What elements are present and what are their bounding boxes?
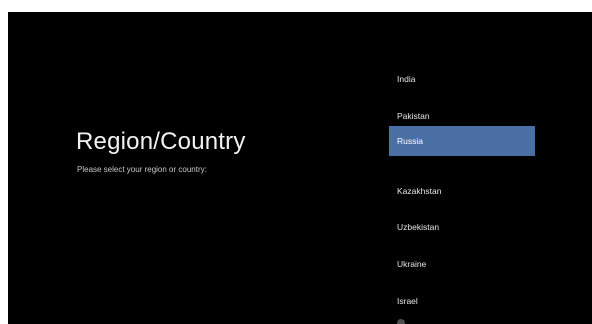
list-item-label: India — [397, 74, 416, 84]
page-subtitle: Please select your region or country: — [77, 165, 207, 174]
list-item-uzbekistan[interactable]: Uzbekistan — [389, 212, 535, 242]
next-item-partial — [397, 319, 405, 324]
list-item-india[interactable]: India — [389, 64, 535, 94]
list-item-label: Uzbekistan — [397, 222, 440, 232]
list-item-label: Kazakhstan — [397, 186, 442, 196]
list-item-ukraine[interactable]: Ukraine — [389, 249, 535, 279]
list-item-label: Russia — [397, 136, 423, 146]
tv-screen: Region/Country Please select your region… — [8, 12, 592, 324]
list-item-kazakhstan[interactable]: Kazakhstan — [389, 176, 535, 206]
list-item-label: Ukraine — [397, 259, 427, 269]
list-item-label: Israel — [397, 296, 418, 306]
list-item-israel[interactable]: Israel — [389, 286, 535, 316]
list-item-label: Pakistan — [397, 111, 430, 121]
header-panel: Region/Country Please select your region… — [8, 12, 378, 324]
list-item-russia[interactable]: Russia — [389, 126, 535, 156]
country-list[interactable]: India Pakistan Russia Kazakhstan Uzbekis… — [389, 12, 535, 324]
page-title: Region/Country — [76, 128, 246, 155]
